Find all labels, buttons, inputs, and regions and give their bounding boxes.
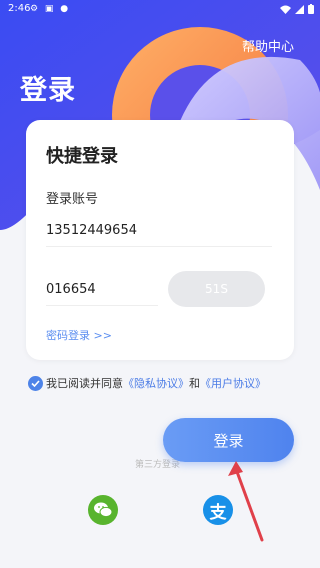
wechat-login-button[interactable]: [88, 495, 118, 525]
status-bar: 2:46 ⚙ ▣ ●: [0, 0, 320, 20]
agreement-checkbox[interactable]: [28, 375, 43, 391]
phone-input[interactable]: 13512449654: [46, 223, 272, 247]
wifi-icon: [280, 5, 291, 14]
login-screen: 2:46 ⚙ ▣ ● 帮助中心 登录 快捷登录 登录账号 13512449654…: [0, 0, 320, 568]
status-right-icons: [280, 4, 314, 14]
signal-icon: [295, 4, 304, 14]
alipay-icon: 支: [209, 502, 227, 523]
verification-code-input[interactable]: 016654: [46, 282, 158, 306]
password-login-link[interactable]: 密码登录 >>: [46, 327, 112, 343]
privacy-agreement-link[interactable]: 《隐私协议》: [123, 375, 189, 391]
help-center-link[interactable]: 帮助中心: [242, 36, 294, 55]
status-time: 2:46: [8, 3, 31, 14]
user-agreement-link[interactable]: 《用户协议》: [200, 375, 266, 391]
card-title: 快捷登录: [46, 146, 118, 167]
alipay-login-button[interactable]: 支: [203, 495, 233, 525]
quick-login-card: 快捷登录 登录账号 13512449654 016654 51S 密码登录 >>: [26, 120, 294, 360]
account-label: 登录账号: [46, 192, 99, 207]
resend-code-countdown-button[interactable]: 51S: [168, 271, 265, 307]
battery-icon: [308, 4, 314, 14]
page-title: 登录: [20, 75, 76, 106]
agreement-row: 我已阅读并同意 《隐私协议》 和 《用户协议》: [28, 375, 266, 391]
agreement-conjunction: 和: [189, 377, 200, 390]
wechat-icon: [94, 502, 113, 518]
notification-icons: ⚙ ▣ ●: [30, 4, 71, 14]
login-button[interactable]: 登录: [163, 418, 294, 462]
checkmark-icon: [31, 379, 40, 387]
agreement-text: 我已阅读并同意: [46, 377, 123, 390]
